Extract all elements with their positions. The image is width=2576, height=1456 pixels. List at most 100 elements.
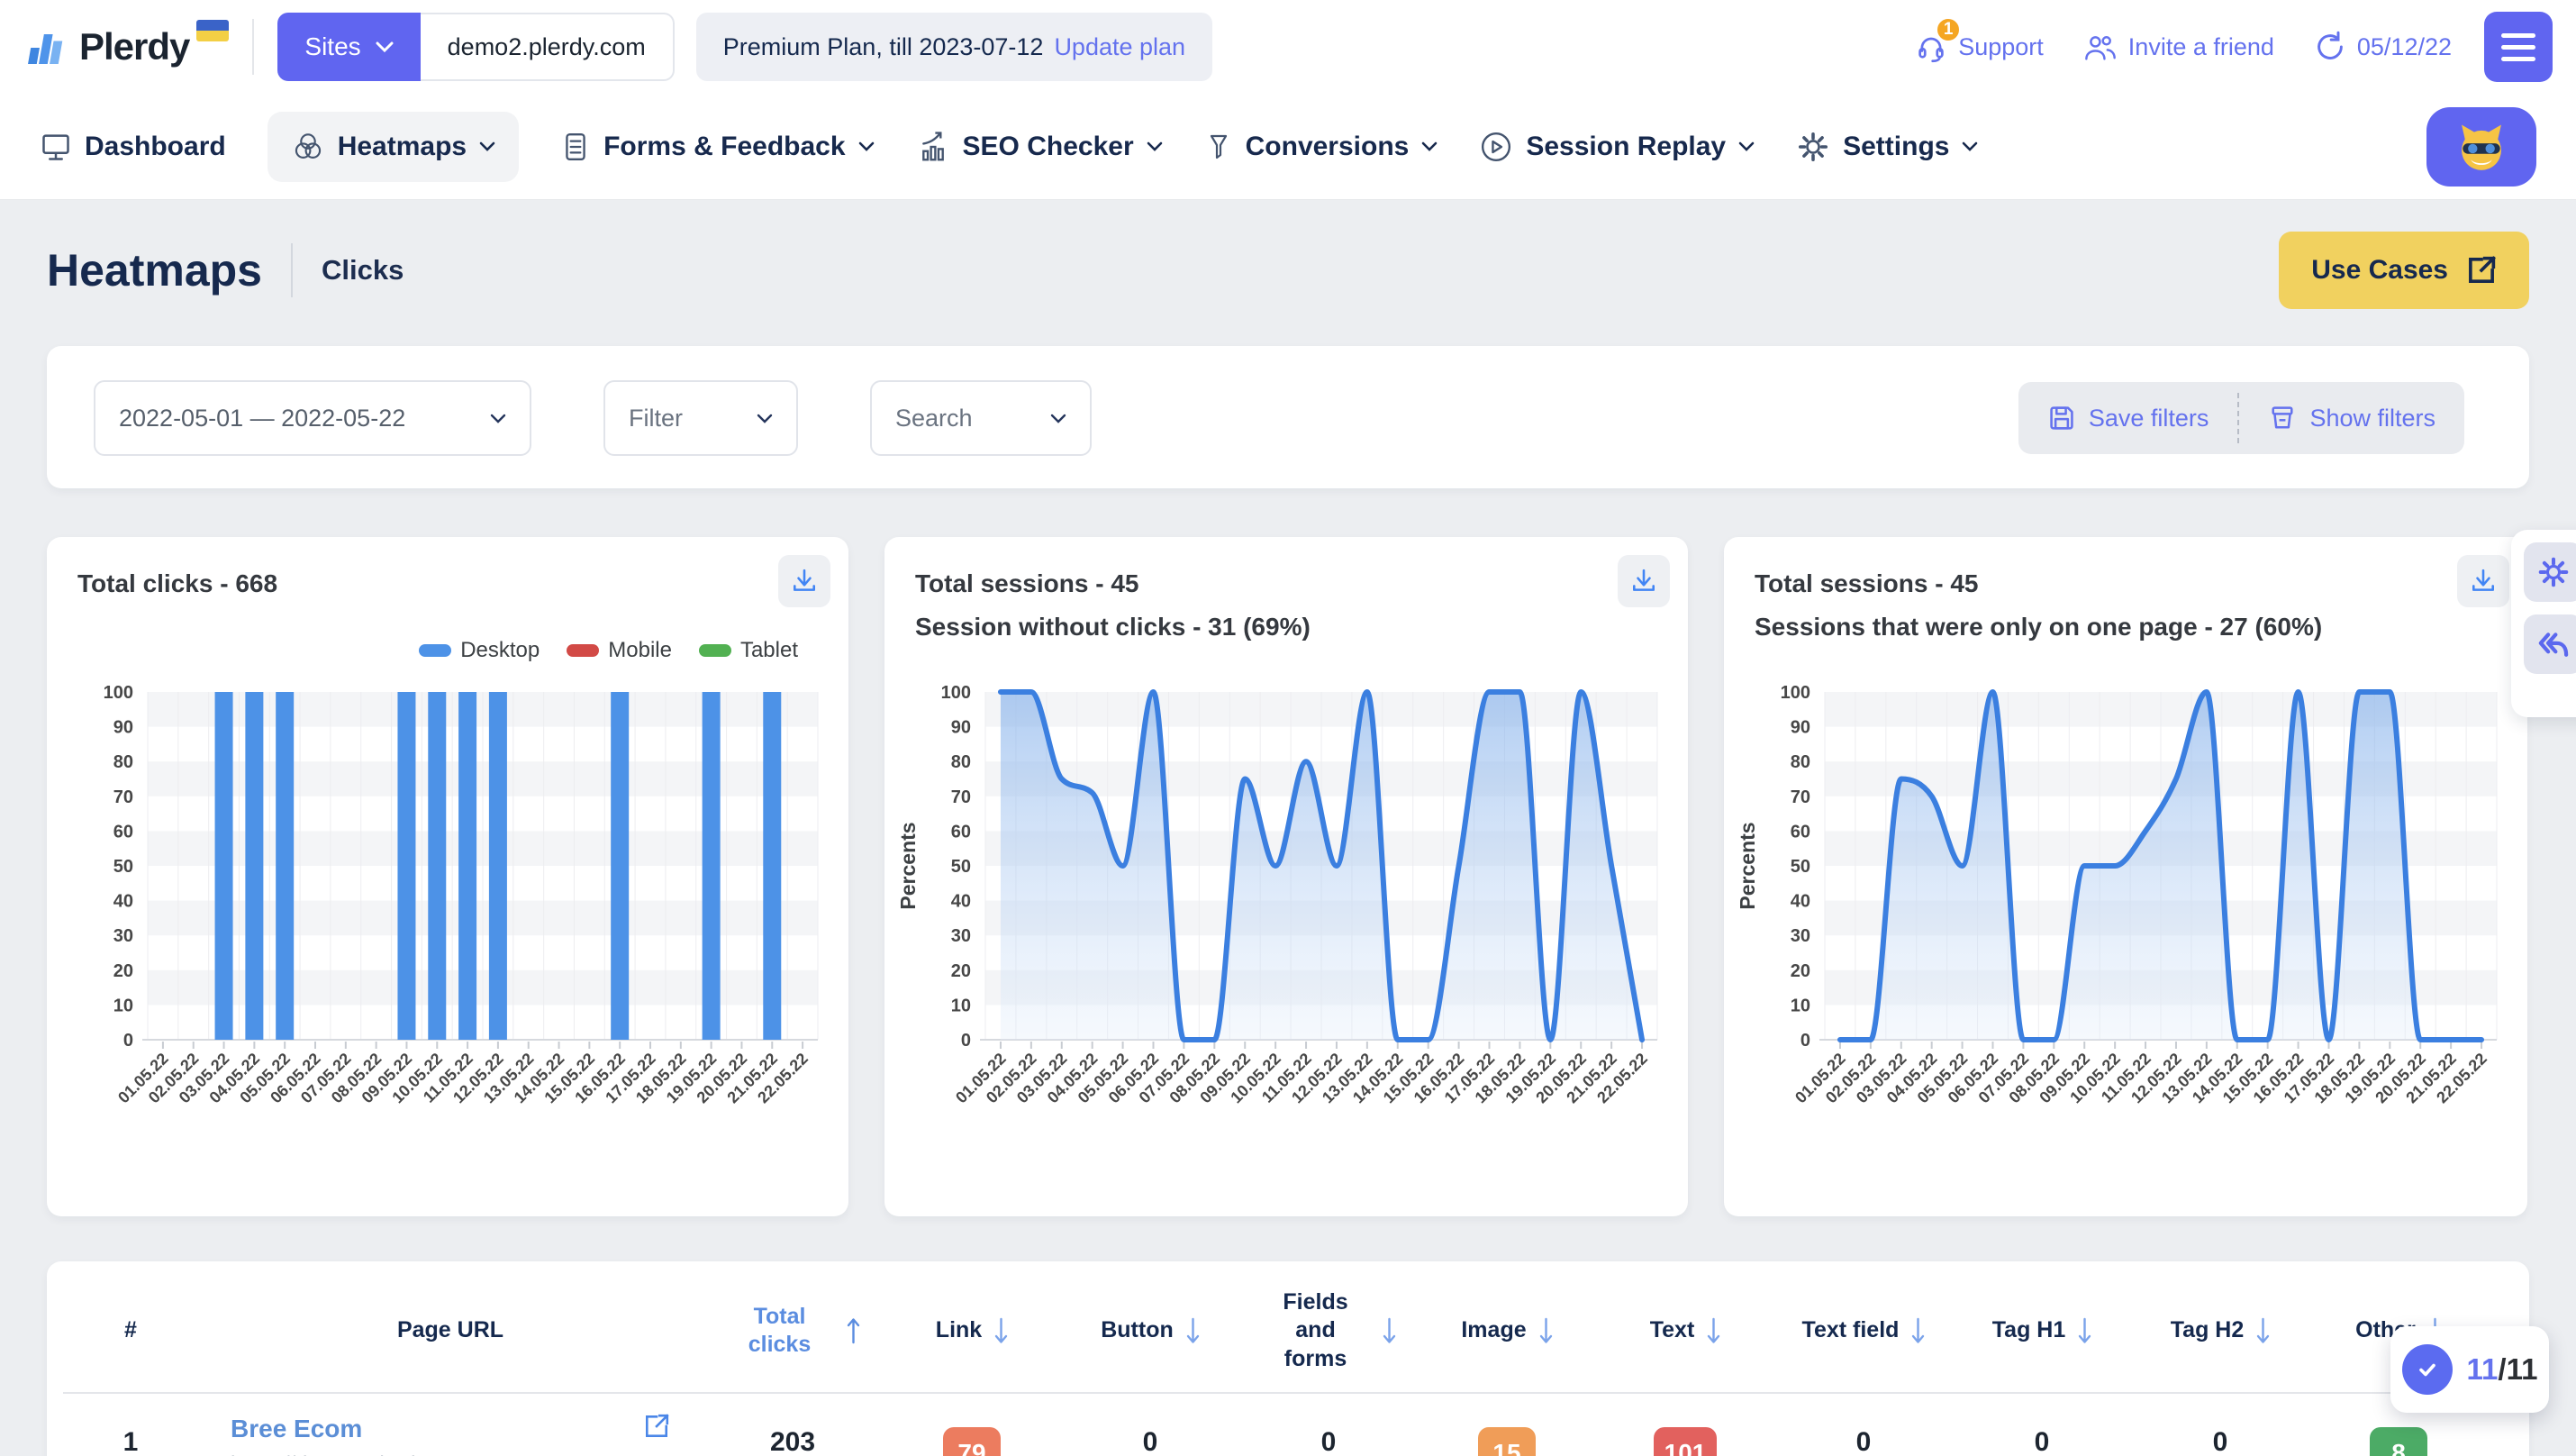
legend-item-desktop[interactable]: Desktop: [419, 638, 540, 663]
svg-text:50: 50: [1791, 857, 1810, 877]
table-header-fields-and-forms[interactable]: Fields and forms: [1239, 1288, 1418, 1373]
site-selector: Sites demo2.plerdy.com: [277, 13, 674, 81]
area-chart-one-page-sessions[interactable]: 010203040506070809010001.05.2202.05.2203…: [1724, 670, 2527, 1211]
gear-icon: [1796, 130, 1830, 164]
main-nav: Dashboard Heatmaps Forms & Feedback: [0, 94, 2576, 200]
svg-text:100: 100: [941, 683, 971, 703]
sites-button[interactable]: Sites: [277, 13, 420, 81]
svg-text:70: 70: [951, 787, 971, 807]
current-domain[interactable]: demo2.plerdy.com: [421, 13, 675, 81]
metric-value-8: 8: [2309, 1406, 2488, 1456]
legend-swatch-tablet: [699, 644, 731, 657]
invite-friend-link[interactable]: Invite a friend: [2083, 32, 2274, 62]
count-badge: 15: [1478, 1427, 1536, 1456]
svg-text:70: 70: [113, 787, 133, 807]
svg-text:Percents: Percents: [896, 822, 920, 909]
svg-text:50: 50: [951, 857, 971, 877]
external-link-icon[interactable]: [643, 1413, 670, 1447]
table-header-tag-h1[interactable]: Tag H1: [1953, 1316, 2131, 1345]
progress-card: 11/11: [2390, 1326, 2549, 1413]
svg-text:60: 60: [1791, 822, 1810, 842]
sort-down-icon: [2078, 1316, 2091, 1345]
nav-item-session-replay[interactable]: Session Replay: [1479, 130, 1755, 164]
legend-item-mobile[interactable]: Mobile: [567, 638, 672, 663]
svg-text:100: 100: [104, 683, 133, 703]
filter-select[interactable]: Filter: [603, 380, 798, 456]
nav-item-seo-checker[interactable]: SEO Checker: [916, 130, 1163, 164]
show-filters-button[interactable]: Show filters: [2239, 404, 2464, 432]
table-header-link[interactable]: Link: [883, 1316, 1061, 1345]
sort-down-icon: [1383, 1316, 1396, 1345]
legend-swatch-mobile: [567, 644, 599, 657]
filter-box-icon: [2268, 404, 2297, 432]
chevron-down-icon: [1962, 141, 1978, 151]
legend-item-tablet[interactable]: Tablet: [699, 638, 798, 663]
svg-text:80: 80: [1791, 752, 1810, 772]
update-plan-link[interactable]: Update plan: [1054, 33, 1185, 61]
hamburger-menu-button[interactable]: [2484, 12, 2553, 82]
cat-avatar-icon: [2454, 119, 2509, 175]
floating-tools-panel: [2511, 530, 2576, 717]
user-avatar[interactable]: [2426, 107, 2536, 187]
search-select[interactable]: Search: [870, 380, 1092, 456]
download-chart-button[interactable]: [2457, 555, 2509, 607]
plan-text: Premium Plan, till 2023-07-12: [723, 33, 1044, 61]
svg-text:10: 10: [1791, 996, 1810, 1015]
divider: [291, 243, 293, 297]
gear-icon: [2536, 555, 2571, 589]
support-link[interactable]: 1 Support: [1915, 31, 2044, 63]
date-range-select[interactable]: 2022-05-01 — 2022-05-22: [94, 380, 531, 456]
monitor-icon: [40, 131, 72, 163]
legend-swatch-desktop: [419, 644, 451, 657]
pages-table-card: #Page URLTotal clicks Link Button Fields…: [47, 1261, 2529, 1456]
metric-value-5: 0: [1774, 1406, 1953, 1456]
table-row: 1Bree Ecom https://demo2.plerdy.com 2037…: [63, 1406, 2513, 1456]
svg-text:80: 80: [113, 752, 133, 772]
use-cases-button[interactable]: Use Cases: [2279, 232, 2529, 309]
page-link[interactable]: Bree Ecom: [231, 1415, 362, 1443]
table-header-page-url: Page URL: [198, 1316, 703, 1344]
table-header-button[interactable]: Button: [1061, 1316, 1239, 1345]
nav-item-forms-feedback[interactable]: Forms & Feedback: [560, 131, 874, 163]
sort-down-icon: [1707, 1316, 1720, 1345]
venn-circles-icon: [291, 130, 325, 164]
chevron-down-icon: [376, 41, 394, 52]
nav-item-conversions[interactable]: Conversions: [1204, 131, 1438, 163]
download-chart-button[interactable]: [778, 555, 830, 607]
metric-value-1: 0: [1061, 1406, 1239, 1456]
table-header-total-clicks[interactable]: Total clicks: [703, 1303, 883, 1360]
table-header-tag-h2[interactable]: Tag H2: [2131, 1316, 2309, 1345]
refresh-date[interactable]: 05/12/22: [2314, 31, 2452, 63]
svg-text:80: 80: [951, 752, 971, 772]
metric-value-2: 0: [1239, 1406, 1418, 1456]
chart-card-one-page-sessions: Total sessions - 45 Sessions that were o…: [1724, 537, 2527, 1216]
chart-title: Total sessions - 45: [915, 569, 1138, 598]
nav-item-settings[interactable]: Settings: [1796, 130, 1978, 164]
reply-back-button[interactable]: [2524, 614, 2576, 674]
bar-chart-total-clicks[interactable]: 010203040506070809010001.05.2202.05.2203…: [47, 670, 848, 1211]
table-header-text-field[interactable]: Text field: [1774, 1316, 1953, 1345]
svg-text:20: 20: [1791, 961, 1810, 981]
svg-text:30: 30: [113, 926, 133, 946]
count-badge: 79: [943, 1427, 1001, 1456]
play-circle-icon: [1479, 130, 1513, 164]
svg-text:30: 30: [951, 926, 971, 946]
table-header-row: #Page URLTotal clicks Link Button Fields…: [63, 1288, 2513, 1373]
nav-item-dashboard[interactable]: Dashboard: [40, 131, 226, 163]
svg-text:70: 70: [1791, 787, 1810, 807]
chart-legend: Desktop Mobile Tablet: [419, 638, 798, 663]
chevron-down-icon: [479, 141, 495, 151]
ukraine-flag-icon: [196, 20, 229, 41]
nav-item-heatmaps[interactable]: Heatmaps: [268, 112, 519, 182]
table-header-text[interactable]: Text: [1596, 1316, 1774, 1345]
seo-growth-icon: [916, 130, 950, 164]
download-chart-button[interactable]: [1618, 555, 1670, 607]
svg-text:30: 30: [1791, 926, 1810, 946]
widget-settings-button[interactable]: [2524, 542, 2576, 602]
plerdy-logo[interactable]: Plerdy: [23, 18, 229, 76]
table-header-image[interactable]: Image: [1418, 1316, 1596, 1345]
save-filters-button[interactable]: Save filters: [2018, 404, 2238, 432]
sort-down-icon: [1186, 1316, 1200, 1345]
area-chart-sessions-without-clicks[interactable]: 010203040506070809010001.05.2202.05.2203…: [884, 670, 1688, 1211]
filter-bar: 2022-05-01 — 2022-05-22 Filter Search: [47, 346, 2529, 488]
